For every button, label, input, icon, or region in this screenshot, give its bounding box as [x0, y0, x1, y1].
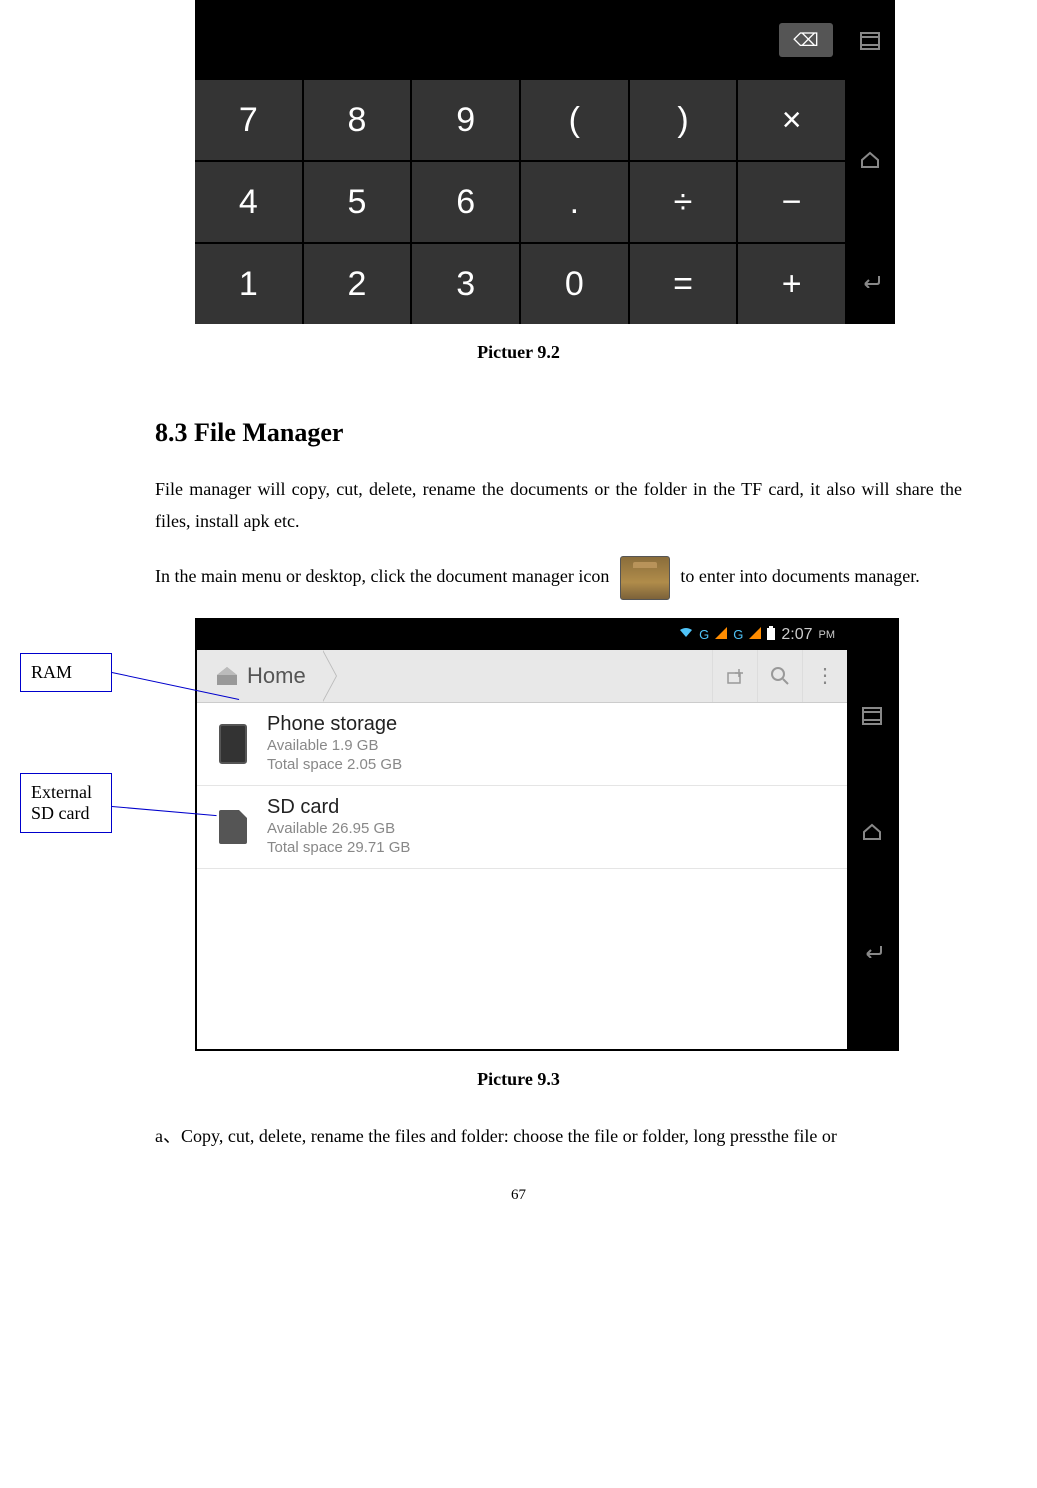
callout-ram: RAM: [20, 653, 112, 692]
signal-icon-2: [749, 627, 761, 642]
status-time: 2:07: [781, 626, 812, 644]
status-bar: G G 2:07 PM: [197, 620, 847, 650]
key-9[interactable]: 9: [412, 80, 519, 160]
network-g-2: G: [733, 627, 743, 642]
status-ampm: PM: [819, 629, 836, 641]
key-3[interactable]: 3: [412, 244, 519, 324]
page-number: 67: [60, 1187, 977, 1204]
key-2[interactable]: 2: [304, 244, 411, 324]
sd-card-icon: [211, 805, 255, 849]
caption-9-2: Pictuer 9.2: [60, 342, 977, 363]
sd-card-total: Total space 29.71 GB: [267, 838, 410, 858]
phone-storage-title: Phone storage: [267, 713, 402, 736]
key-rparen[interactable]: ): [630, 80, 737, 160]
key-0[interactable]: 0: [521, 244, 628, 324]
home-icon[interactable]: [862, 821, 882, 847]
caption-9-3: Picture 9.3: [60, 1069, 977, 1090]
sd-card-title: SD card: [267, 796, 410, 819]
back-icon[interactable]: [861, 938, 883, 964]
key-multiply[interactable]: ×: [738, 80, 845, 160]
file-manager-screenshot: G G 2:07 PM: [195, 618, 899, 1051]
search-button[interactable]: [757, 650, 802, 702]
key-plus[interactable]: +: [738, 244, 845, 324]
key-equals[interactable]: =: [630, 244, 737, 324]
key-4[interactable]: 4: [195, 162, 302, 242]
home-icon[interactable]: [860, 149, 880, 175]
paragraph-1: File manager will copy, cut, delete, ren…: [155, 473, 962, 538]
key-6[interactable]: 6: [412, 162, 519, 242]
breadcrumb-home[interactable]: Home: [197, 650, 324, 702]
backspace-icon: ⌫: [793, 30, 818, 51]
paragraph-2: In the main menu or desktop, click the d…: [155, 556, 962, 600]
menu-button[interactable]: ⋮: [802, 650, 847, 702]
key-5[interactable]: 5: [304, 162, 411, 242]
back-icon[interactable]: [859, 268, 881, 294]
battery-icon: [767, 626, 775, 643]
breadcrumb-bar: Home ⋮: [197, 650, 847, 703]
key-7[interactable]: 7: [195, 80, 302, 160]
recent-apps-icon[interactable]: [862, 705, 882, 731]
home-crumb-icon: [215, 665, 239, 687]
phone-storage-total: Total space 2.05 GB: [267, 755, 402, 775]
bottom-paragraph: a、Copy, cut, delete, rename the files an…: [155, 1120, 962, 1152]
callout-sd: External SD card: [20, 773, 112, 833]
network-g-1: G: [699, 627, 709, 642]
calculator-screenshot: ⌫ 7 8 9 ( ) × 4 5 6 . ÷ − 1 2 3 0 =: [195, 0, 895, 324]
storage-item-phone[interactable]: Phone storage Available 1.9 GB Total spa…: [197, 703, 847, 786]
sd-card-available: Available 26.95 GB: [267, 819, 410, 839]
file-manager-icon: [620, 556, 670, 600]
key-dot[interactable]: .: [521, 162, 628, 242]
section-heading: 8.3 File Manager: [155, 418, 977, 448]
signal-icon-1: [715, 627, 727, 642]
phone-storage-available: Available 1.9 GB: [267, 736, 402, 756]
add-button[interactable]: [712, 650, 757, 702]
key-minus[interactable]: −: [738, 162, 845, 242]
key-1[interactable]: 1: [195, 244, 302, 324]
key-divide[interactable]: ÷: [630, 162, 737, 242]
wifi-icon: [679, 627, 693, 642]
backspace-key[interactable]: ⌫: [779, 23, 833, 57]
storage-item-sd[interactable]: SD card Available 26.95 GB Total space 2…: [197, 786, 847, 869]
phone-storage-icon: [211, 722, 255, 766]
recent-apps-icon[interactable]: [860, 30, 880, 56]
key-lparen[interactable]: (: [521, 80, 628, 160]
key-8[interactable]: 8: [304, 80, 411, 160]
